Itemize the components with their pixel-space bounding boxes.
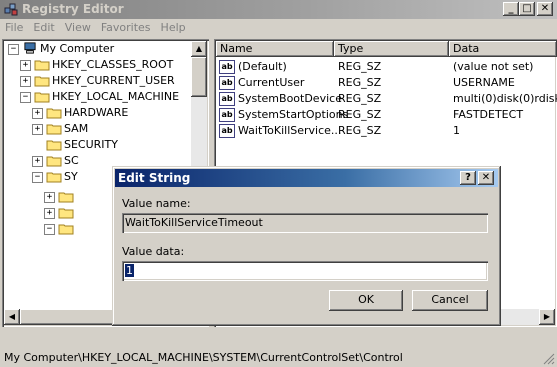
value-name: CurrentUser [238, 76, 305, 89]
value-name-label: Value name: [122, 197, 191, 210]
string-value-icon: ab [219, 92, 235, 106]
resize-grip-icon[interactable] [543, 353, 555, 365]
collapse-icon[interactable]: − [44, 224, 55, 235]
string-value-icon: ab [219, 108, 235, 122]
value-data: (value not set) [453, 60, 534, 73]
menu-bar: File Edit View Favorites Help [0, 19, 557, 37]
scroll-up-button[interactable]: ▲ [191, 41, 207, 57]
minimize-button[interactable]: _ [503, 2, 519, 16]
value-row[interactable]: ab SystemStartOptions REG_SZ FASTDETECT [216, 107, 557, 123]
value-name-field[interactable]: WaitToKillServiceTimeout [122, 213, 488, 233]
expand-icon[interactable]: + [32, 108, 43, 119]
folder-icon [34, 76, 50, 87]
window-title-bar[interactable]: Registry Editor _ □ ✕ [0, 0, 557, 19]
expand-icon[interactable]: + [32, 124, 43, 135]
column-header-type[interactable]: Type [334, 41, 449, 57]
value-type: REG_SZ [338, 76, 382, 89]
value-row[interactable]: ab SystemBootDevice REG_SZ multi(0)disk(… [216, 91, 557, 107]
open-folder-icon [46, 172, 62, 183]
close-button[interactable]: ✕ [537, 2, 553, 16]
tree-vscroll-thumb[interactable] [191, 57, 207, 97]
value-name: (Default) [238, 60, 287, 73]
value-data: multi(0)disk(0)rdisk [453, 92, 557, 105]
folder-icon [46, 156, 62, 167]
menu-file[interactable]: File [0, 19, 28, 34]
menu-view[interactable]: View [60, 19, 96, 34]
value-name: SystemStartOptions [238, 108, 349, 121]
menu-favorites[interactable]: Favorites [96, 19, 156, 34]
expand-icon[interactable]: + [44, 208, 55, 219]
maximize-button[interactable]: □ [519, 2, 535, 16]
dialog-title-bar[interactable]: Edit String ? ✕ [115, 169, 498, 187]
folder-icon [58, 208, 74, 219]
status-bar: My Computer\HKEY_LOCAL_MACHINE\SYSTEM\Cu… [0, 347, 557, 367]
collapse-icon[interactable]: − [8, 44, 19, 55]
status-path: My Computer\HKEY_LOCAL_MACHINE\SYSTEM\Cu… [4, 351, 403, 364]
dialog-title: Edit String [118, 171, 191, 185]
value-row[interactable]: ab (Default) REG_SZ (value not set) [216, 59, 557, 75]
folder-icon [58, 224, 74, 235]
tree-label: SECURITY [64, 138, 118, 151]
expand-icon[interactable]: + [44, 192, 55, 203]
menu-edit[interactable]: Edit [28, 19, 59, 34]
value-type: REG_SZ [338, 60, 382, 73]
value-data: FASTDETECT [453, 108, 524, 121]
scroll-right-button[interactable]: ▶ [539, 309, 555, 325]
cancel-button[interactable]: Cancel [412, 290, 488, 311]
scroll-left-button[interactable]: ◀ [4, 309, 20, 325]
collapse-icon[interactable]: − [32, 172, 43, 183]
collapse-icon[interactable]: − [20, 92, 31, 103]
ok-button[interactable]: OK [329, 290, 403, 311]
edit-string-dialog: Edit String ? ✕ Value name: WaitToKillSe… [112, 166, 501, 326]
value-data: USERNAME [453, 76, 515, 89]
value-name: WaitToKillService... [238, 124, 342, 137]
tree-label: HKEY_CURRENT_USER [52, 74, 175, 87]
expand-icon[interactable]: + [20, 60, 31, 71]
string-value-icon: ab [219, 76, 235, 90]
tree-label: SAM [64, 122, 89, 135]
tree-label: HARDWARE [64, 106, 129, 119]
folder-icon [46, 108, 62, 119]
value-data-text: 1 [125, 264, 134, 277]
folder-icon [46, 124, 62, 135]
help-button[interactable]: ? [460, 171, 476, 185]
folder-icon [58, 192, 74, 203]
computer-icon [24, 42, 36, 54]
registry-editor-icon [4, 3, 18, 16]
tree-label: SC [64, 154, 79, 167]
folder-icon [34, 60, 50, 71]
column-header-data[interactable]: Data [449, 41, 557, 57]
value-row[interactable]: ab WaitToKillService... REG_SZ 1 [216, 123, 557, 139]
tree-label: SY [64, 170, 78, 183]
tree-label: HKEY_CLASSES_ROOT [52, 58, 174, 71]
open-folder-icon [34, 92, 50, 103]
window-title: Registry Editor [22, 2, 124, 16]
dialog-close-button[interactable]: ✕ [478, 171, 494, 185]
string-value-icon: ab [219, 124, 235, 138]
value-type: REG_SZ [338, 124, 382, 137]
value-data: 1 [453, 124, 460, 137]
folder-icon [46, 140, 62, 151]
string-value-icon: ab [219, 60, 235, 74]
menu-help[interactable]: Help [156, 19, 191, 34]
value-name: SystemBootDevice [238, 92, 342, 105]
value-data-label: Value data: [122, 245, 185, 258]
value-data-input[interactable]: 1 [122, 261, 488, 281]
expand-icon[interactable]: + [20, 76, 31, 87]
tree-label: HKEY_LOCAL_MACHINE [52, 90, 180, 103]
value-type: REG_SZ [338, 92, 382, 105]
value-type: REG_SZ [338, 108, 382, 121]
column-header-name[interactable]: Name [216, 41, 334, 57]
expand-icon[interactable]: + [32, 156, 43, 167]
tree-label-my-computer: My Computer [40, 42, 115, 55]
value-row[interactable]: ab CurrentUser REG_SZ USERNAME [216, 75, 557, 91]
